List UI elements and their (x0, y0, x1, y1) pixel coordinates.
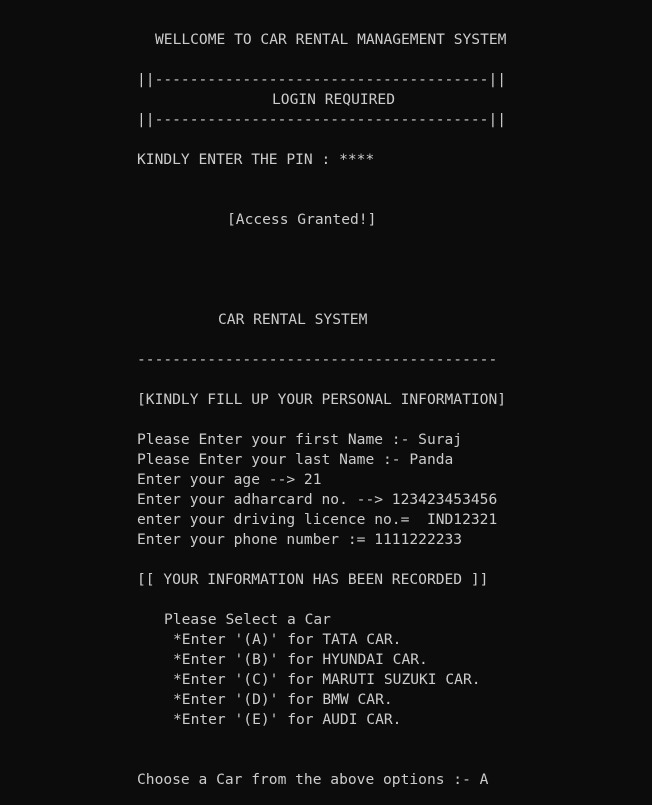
age-line: Enter your age --> 21 (137, 471, 322, 488)
welcome-banner: WELLCOME TO CAR RENTAL MANAGEMENT SYSTEM (155, 31, 507, 48)
fill-info-heading: [KINDLY FILL UP YOUR PERSONAL INFORMATIO… (137, 391, 507, 408)
car-option-d: *Enter '(D)' for BMW CAR. (173, 691, 393, 708)
login-required-label: LOGIN REQUIRED (272, 91, 396, 108)
login-border-top: ||--------------------------------------… (137, 71, 507, 88)
login-border-bottom: ||--------------------------------------… (137, 111, 507, 128)
first-name-line: Please Enter your first Name :- Suraj (137, 431, 463, 448)
car-option-c: *Enter '(C)' for MARUTI SUZUKI CAR. (173, 671, 481, 688)
driving-licence-line: enter your driving licence no.= IND12321 (137, 511, 498, 528)
console-window[interactable]: WELLCOME TO CAR RENTAL MANAGEMENT SYSTEM… (0, 0, 652, 805)
adharcard-line: Enter your adharcard no. --> 12342345345… (137, 491, 498, 508)
access-granted-message: [Access Granted!] (227, 211, 377, 228)
phone-number-line: Enter your phone number := 1111222233 (137, 531, 463, 548)
last-name-line: Please Enter your last Name :- Panda (137, 451, 454, 468)
pin-prompt: KINDLY ENTER THE PIN : **** (137, 151, 375, 168)
info-recorded-message: [[ YOUR INFORMATION HAS BEEN RECORDED ]] (137, 571, 489, 588)
car-menu-heading: Please Select a Car (164, 611, 331, 628)
system-title: CAR RENTAL SYSTEM (218, 311, 368, 328)
car-option-a: *Enter '(A)' for TATA CAR. (173, 631, 402, 648)
car-option-e: *Enter '(E)' for AUDI CAR. (173, 711, 402, 728)
choose-car-prompt[interactable]: Choose a Car from the above options :- A (137, 770, 488, 790)
car-option-b: *Enter '(B)' for HYUNDAI CAR. (173, 651, 428, 668)
divider-line: ----------------------------------------… (137, 351, 498, 368)
